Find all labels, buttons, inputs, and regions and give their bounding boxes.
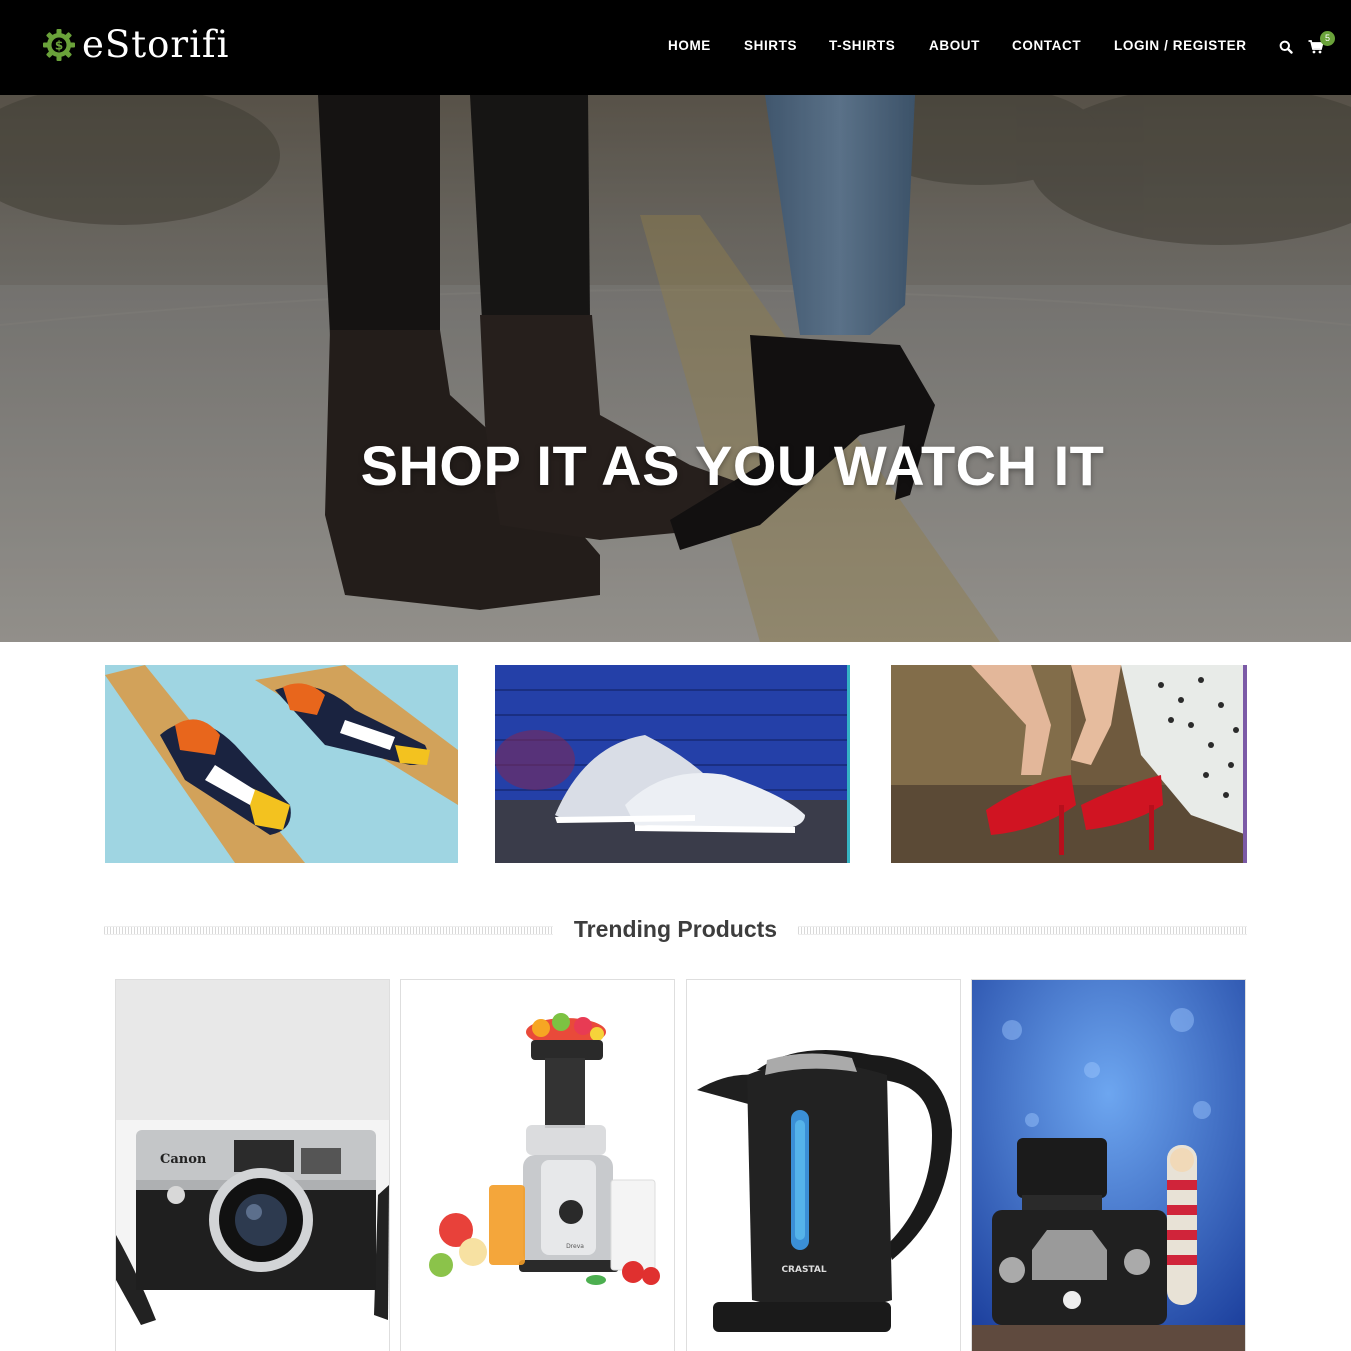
nav-login-register[interactable]: LOGIN / REGISTER xyxy=(1114,38,1247,53)
product-card[interactable]: Dreva xyxy=(400,979,675,1351)
section-title: Trending Products xyxy=(573,916,778,942)
nav-shirts[interactable]: SHIRTS xyxy=(744,38,797,53)
nav-home[interactable]: HOME xyxy=(668,38,711,53)
search-icon[interactable] xyxy=(1279,40,1293,59)
sneakers-image xyxy=(105,665,458,863)
juicer-image: Dreva xyxy=(401,980,674,1351)
hero-banner: SHOP IT AS YOU WATCH IT xyxy=(0,95,1351,642)
kettle-brand-label: CRASTAL xyxy=(781,1265,826,1275)
juicer-brand-label: Dreva xyxy=(566,1243,584,1250)
product-card[interactable]: CRASTAL xyxy=(686,979,961,1351)
site-header: $ eStorifi HOME SHIRTS T-SHIRTS ABOUT CO… xyxy=(0,0,1351,95)
banner-white-runners[interactable] xyxy=(495,665,850,863)
product-card[interactable]: Canon xyxy=(115,979,390,1351)
main-nav: HOME SHIRTS T-SHIRTS ABOUT CONTACT LOGIN… xyxy=(0,31,1351,59)
nav-about[interactable]: ABOUT xyxy=(929,38,980,53)
banner-sneakers[interactable] xyxy=(105,665,458,863)
nav-t-shirts[interactable]: T-SHIRTS xyxy=(829,38,895,53)
white-runners-image xyxy=(495,665,850,863)
kettle-image: CRASTAL xyxy=(687,980,960,1351)
camera-brand-label: Canon xyxy=(160,1152,207,1167)
nav-contact[interactable]: CONTACT xyxy=(1012,38,1081,53)
hero-title: SHOP IT AS YOU WATCH IT xyxy=(360,434,1105,497)
hero-image xyxy=(0,95,1351,642)
banner-red-heels[interactable] xyxy=(891,665,1247,863)
trending-heading: Trending Products xyxy=(104,914,1247,948)
retro-camera-image: Canon xyxy=(116,980,389,1351)
dslr-camera-image xyxy=(972,980,1245,1351)
cart-count-badge: 5 xyxy=(1320,31,1335,46)
red-heels-image xyxy=(891,665,1247,863)
product-card[interactable] xyxy=(971,979,1246,1351)
